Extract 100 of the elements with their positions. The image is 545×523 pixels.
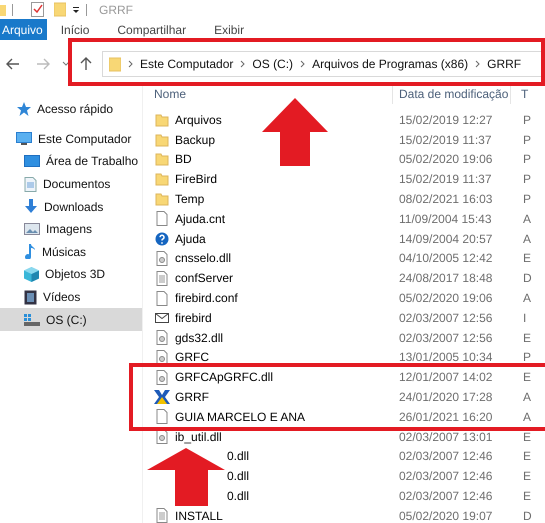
ribbon-tab[interactable]: Compartilhar [103,19,200,40]
file-name[interactable]: BD [175,152,192,166]
file-name[interactable]: gds32.dll [175,330,224,345]
folder-icon [155,132,169,147]
date-cell-text: 02/03/2007 12:56 [398,330,494,345]
sidebar-item[interactable]: Downloads [0,195,142,218]
date-cell-text: 02/03/2007 12:46 [398,489,494,504]
sidebar-item[interactable]: Imagens [0,218,142,241]
date-cell-text: 05/02/2020 19:07 [398,508,494,523]
date-cell-text: 02/03/2007 13:01 [398,430,494,444]
help-icon [155,232,169,246]
table-cell-text: I [522,310,528,325]
breadcrumb[interactable]: GRRF [487,57,522,71]
table-cell-text: E [522,430,532,444]
folder-icon [155,192,169,206]
file-name[interactable]: Backup [175,132,216,147]
table-cell-text: P [522,152,532,166]
table-cell-text: P [522,132,532,147]
file-name[interactable]: 0.dll [227,469,250,484]
date-cell-text: 15/02/2019 12:27 [398,112,494,127]
date-cell-text: 08/02/2021 16:03 [398,192,494,206]
up-arrow-icon[interactable] [80,57,92,71]
sidebar-item[interactable]: Este Computador [0,128,142,150]
table-cell-text: A [522,291,532,306]
folder-icon [155,172,169,186]
file-name[interactable]: GRFCApGRFC.dll [175,370,274,384]
drive-icon [24,314,40,326]
star-icon [17,102,31,116]
column-header[interactable]: T [511,84,545,104]
date-cell-text: 04/10/2005 12:42 [398,251,494,266]
file-name[interactable]: Ajuda.cnt [175,212,226,226]
file-name[interactable]: INSTALL [175,508,223,523]
file-name[interactable]: GRFC [175,350,209,364]
video-icon [24,290,37,305]
dropdown-icon[interactable] [72,6,80,14]
table-cell-text: E [522,449,532,464]
document-icon [156,508,168,523]
breadcrumb[interactable]: OS (C:) [252,57,294,71]
breadcrumb[interactable]: Arquivos de Programas (x86) [312,57,468,71]
checklist-icon[interactable] [31,2,44,17]
table-cell-text: E [522,370,532,384]
cube-icon [24,266,39,282]
file-name[interactable]: cnsselo.dll [175,251,232,266]
ribbon-tab[interactable]: Início [46,19,104,40]
file-name[interactable]: GUIA MARCELO E ANA [175,410,306,424]
document-icon [156,270,168,286]
desktop-icon [24,155,40,168]
file-name[interactable]: Temp [175,192,204,206]
sidebar-item[interactable]: Vídeos [0,286,142,308]
table-cell-text: A [522,390,532,404]
file-name[interactable]: 0.dll [227,489,250,504]
table-cell-text: E [522,489,532,504]
computer-icon [16,132,32,146]
date-cell-text: 26/01/2021 16:20 [398,410,494,424]
table-cell-text: P [522,172,532,186]
chevron-icon [240,60,246,68]
ribbon-tab[interactable]: Exibir [200,19,258,40]
date-cell-text: 14/09/2004 20:57 [398,232,494,246]
table-cell-text: A [522,410,532,424]
sidebar-item[interactable]: Músicas [0,240,142,264]
file-icon [156,211,168,226]
pictures-icon [24,223,40,236]
file-name[interactable]: confServer [175,271,234,286]
file-name[interactable]: firebird.conf [175,291,238,306]
sidebar-item[interactable]: Área de Trabalho [0,150,142,173]
ribbon-tab[interactable]: Arquivo [0,19,47,40]
file-name[interactable]: firebird [175,310,212,325]
file-name[interactable]: Arquivos [175,112,222,127]
date-cell-text: 05/02/2020 19:06 [398,291,494,306]
file-name[interactable]: ib_util.dll [175,430,222,444]
sidebar-item[interactable]: Documentos [0,172,142,196]
caret-icon[interactable] [62,61,70,67]
sidebar-item[interactable]: OS (C:) [0,308,142,331]
folder-icon [109,56,121,72]
date-cell-text: 02/03/2007 12:46 [398,469,494,484]
sidebar-item[interactable]: Objetos 3D [0,263,142,286]
arrow-up-icon [147,448,225,506]
back-arrow-icon[interactable] [6,58,20,70]
table-cell-text: E [522,469,532,484]
gear-file-icon [156,250,168,266]
table-cell-text: A [522,232,532,246]
gear-file-icon [156,370,168,385]
file-name[interactable]: 0.dll [227,449,250,464]
sidebar-item[interactable]: Acesso rápido [0,98,142,121]
table-cell-text: D [522,508,533,523]
file-name[interactable]: GRRF [175,390,209,404]
file-name[interactable]: Ajuda [175,232,206,246]
chevron-icon [475,60,480,68]
file-name[interactable]: FireBird [175,172,218,186]
folder-icon [155,112,169,127]
gear-file-icon [156,330,168,346]
date-cell-text: 12/01/2007 14:02 [398,370,494,384]
date-cell-text: 15/02/2019 11:37 [398,172,493,186]
date-cell-text: 15/02/2019 11:37 [398,132,493,147]
date-cell-text: 02/03/2007 12:56 [398,310,494,325]
chevron-icon [128,60,133,68]
date-cell-text: 13/01/2005 10:34 [398,350,494,364]
breadcrumb[interactable]: Este Computador [140,57,234,71]
column-header[interactable]: Data de modificação [393,84,511,104]
window-title: GRRF [99,2,133,16]
